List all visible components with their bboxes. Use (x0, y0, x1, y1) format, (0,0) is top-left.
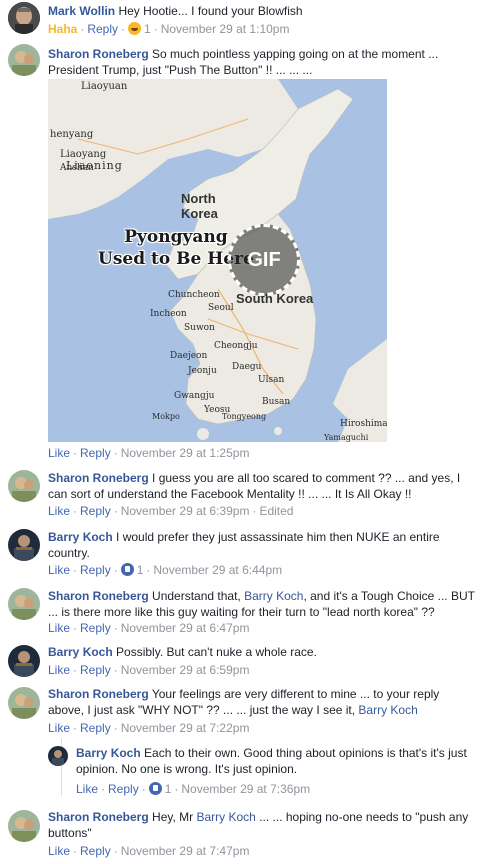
map-label: Tongyeong (222, 412, 267, 421)
like-button[interactable]: Like (48, 844, 70, 858)
comment-text: Understand that, (152, 589, 241, 603)
map-label: Busan (262, 397, 291, 407)
gif-map-image[interactable]: Liaoyuan henyang Liaoyang Anshan Liaonin… (48, 79, 387, 442)
like-button[interactable]: Like (48, 504, 70, 518)
comment-text: Hey Hootie... I found your Blowfish (118, 4, 303, 18)
map-label: Seoul (208, 303, 234, 313)
reply-button[interactable]: Reply (108, 782, 139, 796)
comment-text: Hey, Mr (152, 810, 194, 824)
like-button[interactable]: Like (48, 563, 70, 577)
like-button[interactable]: Like (48, 446, 70, 460)
avatar[interactable] (8, 470, 40, 502)
comment-author[interactable]: Sharon Roneberg (48, 687, 149, 701)
map-label: Korea (181, 206, 218, 221)
comment-actions: Like · Reply · November 29 at 6:39pm · Edited (48, 504, 294, 518)
reaction-count[interactable]: 1 (144, 22, 151, 36)
reply-button[interactable]: Reply (80, 504, 111, 518)
map-label: Cheongju (214, 341, 258, 351)
comment-actions: Like · Reply · November 29 at 1:25pm (48, 446, 250, 460)
reply-button[interactable]: Reply (80, 721, 111, 735)
comment-timestamp[interactable]: November 29 at 7:47pm (121, 844, 250, 858)
haha-emoji-icon (128, 22, 142, 35)
mention-link[interactable]: Barry Koch (358, 703, 417, 717)
map-label: Jeonju (188, 366, 217, 376)
comment-actions: Like · Reply · 1 · November 29 at 6:44pm (48, 563, 283, 577)
avatar[interactable] (8, 588, 40, 620)
reply-button[interactable]: Reply (80, 844, 111, 858)
like-button[interactable]: Like (48, 621, 70, 635)
comment-actions: Haha · Reply · 1 · November 29 at 1:10pm (48, 22, 290, 36)
edited-label[interactable]: Edited (259, 504, 293, 518)
map-label: Incheon (150, 309, 187, 319)
avatar[interactable] (48, 746, 68, 766)
comment-text: Possibly. But can't nuke a whole race. (116, 645, 317, 659)
map-label: Yamaguchi (324, 433, 369, 442)
comment-author[interactable]: Barry Koch (48, 645, 113, 659)
comment-author[interactable]: Sharon Roneberg (48, 589, 149, 603)
comment-timestamp[interactable]: November 29 at 6:44pm (153, 563, 282, 577)
avatar[interactable] (8, 645, 40, 677)
reply-button[interactable]: Reply (80, 563, 111, 577)
reply-button[interactable]: Reply (80, 663, 111, 677)
map-label: henyang (50, 129, 94, 140)
map-label: Gwangju (174, 391, 215, 401)
avatar[interactable] (8, 810, 40, 842)
comment-actions: Like · Reply · November 29 at 7:22pm (48, 721, 250, 735)
like-reaction-icon (148, 782, 162, 795)
comment-timestamp[interactable]: November 29 at 6:39pm (121, 504, 250, 518)
comment-author[interactable]: Mark Wollin (48, 4, 115, 18)
map-label: Mokpo (152, 412, 180, 421)
comment-timestamp[interactable]: November 29 at 6:47pm (121, 621, 250, 635)
map-label: Daegu (232, 362, 262, 372)
avatar[interactable] (8, 44, 40, 76)
map-label: Liaoyuan (81, 81, 128, 92)
avatar[interactable] (8, 529, 40, 561)
map-label: North (181, 191, 216, 206)
haha-reaction-button[interactable]: Haha (48, 22, 77, 36)
mention-link[interactable]: Barry Koch (244, 589, 303, 603)
comment-author[interactable]: Barry Koch (48, 530, 113, 544)
mention-link[interactable]: Barry Koch (196, 810, 255, 824)
comment-timestamp[interactable]: November 29 at 7:22pm (121, 721, 250, 735)
map-label: Liaoning (66, 159, 123, 172)
comment-actions: Like · Reply · 1 · November 29 at 7:36pm (76, 782, 311, 796)
map-label: Chuncheon (168, 290, 220, 300)
reply-button[interactable]: Reply (87, 22, 118, 36)
reaction-count[interactable]: 1 (165, 782, 172, 796)
comment-author[interactable]: Sharon Roneberg (48, 471, 149, 485)
comment-timestamp[interactable]: November 29 at 1:10pm (161, 22, 290, 36)
comment-author[interactable]: Sharon Roneberg (48, 810, 149, 824)
map-label: Ulsan (258, 375, 285, 385)
avatar[interactable] (8, 687, 40, 719)
reply-button[interactable]: Reply (80, 446, 111, 460)
like-button[interactable]: Like (48, 663, 70, 677)
comment-actions: Like · Reply · November 29 at 6:59pm (48, 663, 250, 677)
comment-timestamp[interactable]: November 29 at 6:59pm (121, 663, 250, 677)
reply-button[interactable]: Reply (80, 621, 111, 635)
gif-play-badge[interactable]: GIF (228, 224, 300, 296)
reaction-count[interactable]: 1 (137, 563, 144, 577)
map-label: Daejeon (170, 351, 208, 361)
map-label: Hiroshima (340, 419, 387, 429)
comment-actions: Like · Reply · November 29 at 6:47pm (48, 621, 250, 635)
avatar[interactable] (8, 2, 40, 34)
map-label: Suwon (184, 323, 215, 333)
like-button[interactable]: Like (48, 721, 70, 735)
comment-author[interactable]: Sharon Roneberg (48, 47, 149, 61)
comment-actions: Like · Reply · November 29 at 7:47pm (48, 844, 250, 858)
comment-author[interactable]: Barry Koch (76, 746, 141, 760)
comment-timestamp[interactable]: November 29 at 7:36pm (181, 782, 310, 796)
comment-timestamp[interactable]: November 29 at 1:25pm (121, 446, 250, 460)
like-reaction-icon (120, 563, 134, 576)
like-button[interactable]: Like (76, 782, 98, 796)
